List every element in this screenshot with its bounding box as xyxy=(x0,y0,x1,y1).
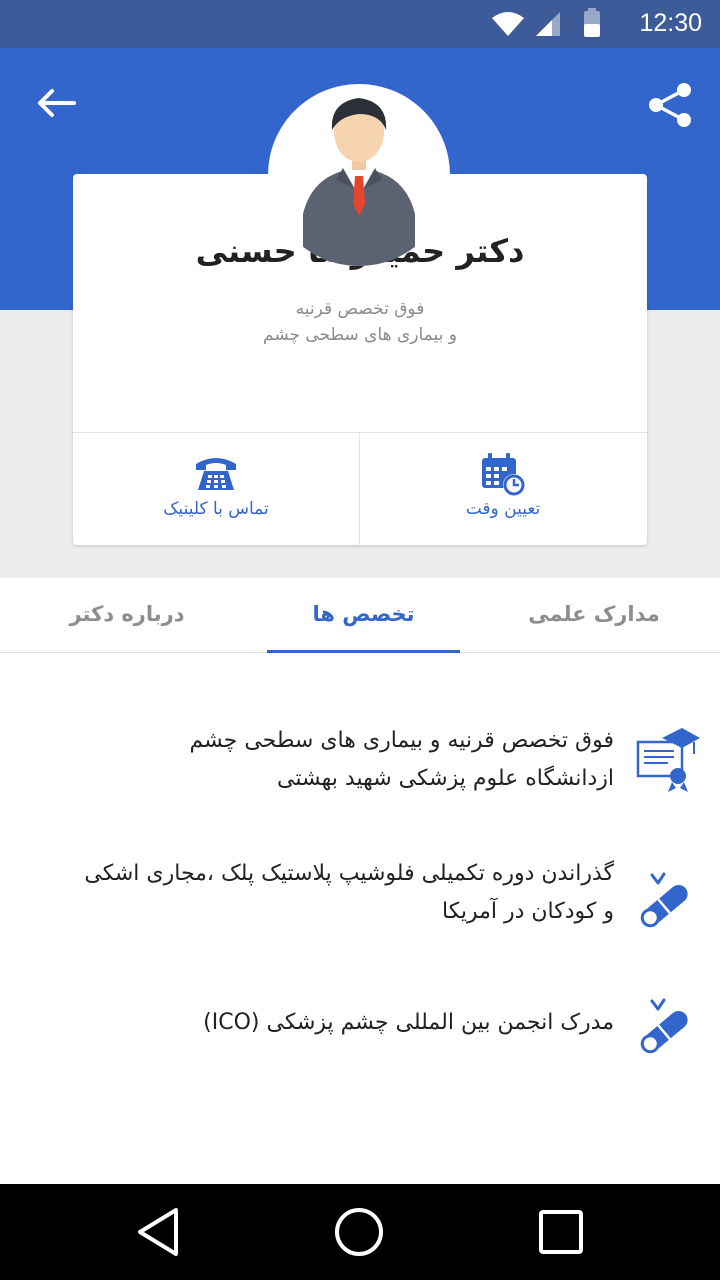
status-bar: 12:30 xyxy=(0,0,720,48)
diploma-scroll-icon xyxy=(640,872,688,928)
nav-home-button[interactable] xyxy=(329,1202,389,1262)
wifi-icon xyxy=(492,12,524,36)
call-clinic-button[interactable]: تماس با کلینیک xyxy=(73,433,359,545)
arrow-left-icon xyxy=(38,89,76,117)
appointment-button[interactable]: تعیین وقت xyxy=(360,433,646,545)
back-button[interactable] xyxy=(30,78,84,132)
graduation-certificate-icon xyxy=(636,728,700,792)
doctor-specialty: فوق تخصص قرنیه و بیماری های سطحی چشم xyxy=(73,296,647,348)
tab-bar: درباره دکتر تخصص ها مدارک علمی xyxy=(0,578,720,653)
battery-icon xyxy=(584,8,600,37)
status-time: 12:30 xyxy=(639,9,702,37)
diploma-scroll-icon xyxy=(640,998,688,1054)
call-clinic-label: تماس با کلینیک xyxy=(163,499,269,519)
list-item-line-1: فوق تخصص قرنیه و بیماری های سطحی چشم xyxy=(189,728,614,753)
specialty-line-1: فوق تخصص قرنیه xyxy=(295,299,425,319)
nav-home-icon xyxy=(335,1208,383,1256)
tab-credentials[interactable]: مدارک علمی xyxy=(468,578,720,653)
nav-back-button[interactable] xyxy=(128,1202,188,1262)
list-item-text: گذراندن دوره تکمیلی فلوشیپ پلاستیک پلک ،… xyxy=(24,855,614,931)
signal-icon xyxy=(536,12,560,36)
list-item-text: مدرک انجمن بین المللی چشم پزشکی (ICO) xyxy=(24,1004,614,1042)
tab-active-indicator xyxy=(267,650,460,653)
specialty-line-2: و بیماری های سطحی چشم xyxy=(263,325,457,345)
nav-recents-icon xyxy=(539,1210,583,1254)
tab-specialties[interactable]: تخصص ها xyxy=(267,578,460,653)
doctor-avatar-icon xyxy=(303,98,415,266)
nav-recents-button[interactable] xyxy=(531,1202,591,1262)
calendar-clock-icon xyxy=(482,453,525,496)
appointment-label: تعیین وقت xyxy=(465,499,541,519)
share-icon xyxy=(649,83,691,127)
status-icon-group xyxy=(492,8,600,37)
tab-about-doctor[interactable]: درباره دکتر xyxy=(0,578,254,653)
status-icons xyxy=(490,8,610,44)
list-item-line-1: مدرک انجمن بین المللی چشم پزشکی (ICO) xyxy=(203,1010,614,1035)
avatar xyxy=(268,84,450,266)
list-item-line-1: گذراندن دوره تکمیلی فلوشیپ پلاستیک پلک ،… xyxy=(84,861,614,886)
list-item-line-2: و کودکان در آمریکا xyxy=(441,899,614,924)
list-item-line-2: ازدانشگاه علوم پزشکی شهید بهشتی xyxy=(277,766,614,791)
phone-icon xyxy=(196,458,236,490)
nav-back-icon xyxy=(138,1208,178,1256)
system-nav-bar xyxy=(0,1184,720,1280)
share-button[interactable] xyxy=(644,78,698,132)
list-item-text: فوق تخصص قرنیه و بیماری های سطحی چشم ازد… xyxy=(24,722,614,798)
